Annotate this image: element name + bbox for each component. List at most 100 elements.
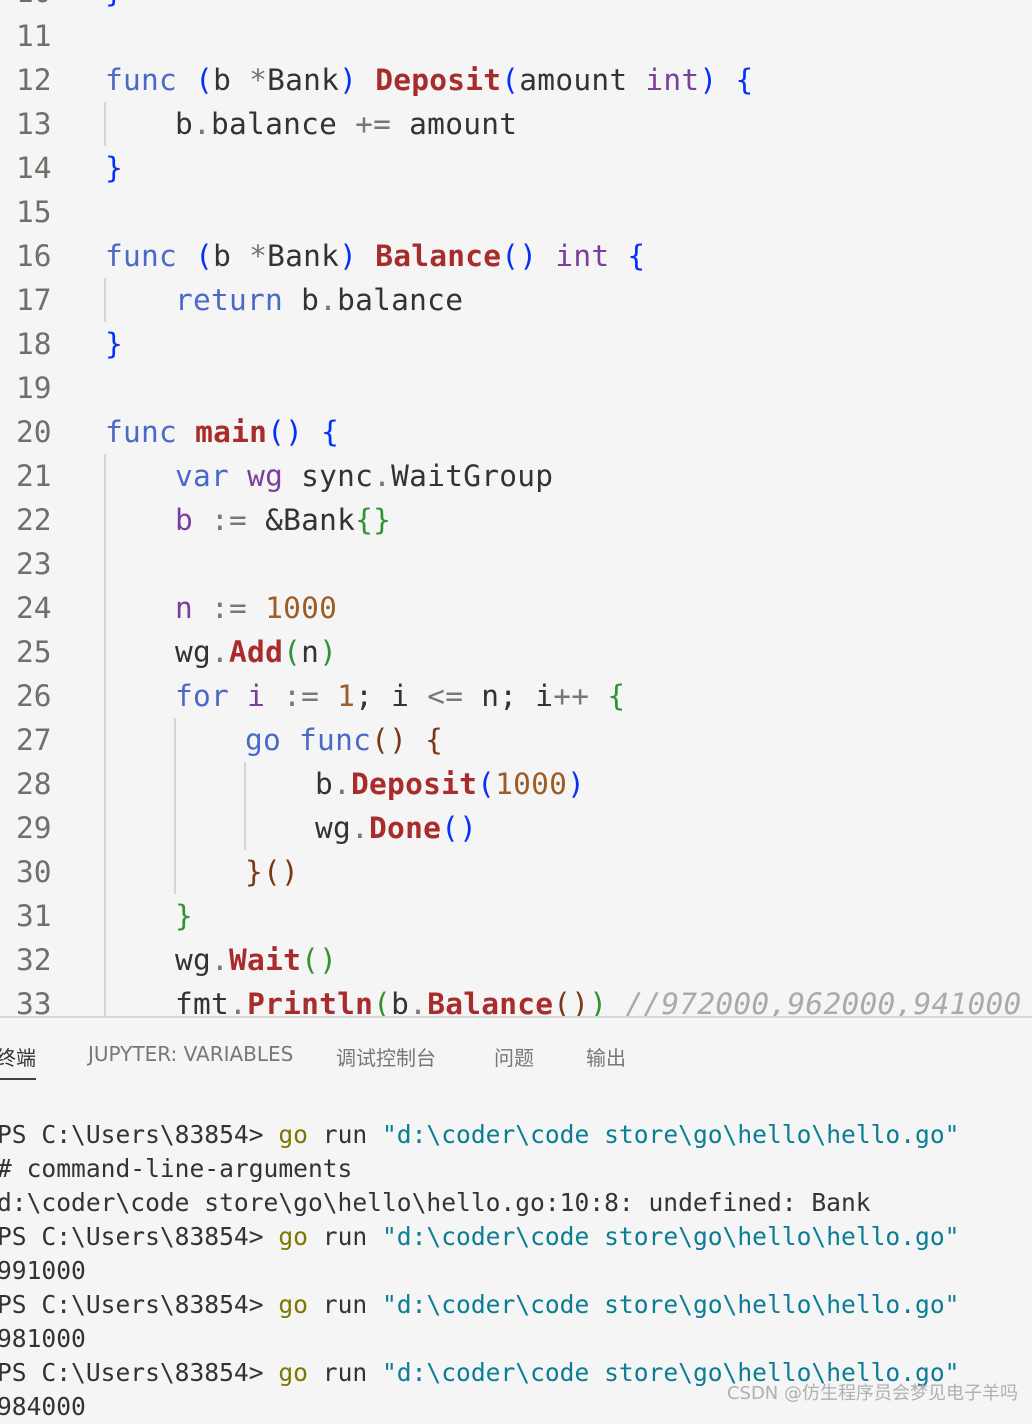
tab-debug-console[interactable]: 调试控制台 (336, 1042, 436, 1071)
code-line: 27 go func() { (0, 718, 1032, 762)
terminal-command-args: run (307, 1222, 382, 1251)
code-token: ( (195, 239, 214, 273)
code-text: wg.Add(n) (175, 630, 337, 674)
code-line: 30 }() (0, 850, 1032, 894)
code-text: wg.Done() (315, 806, 477, 850)
tab-problems[interactable]: 问题 (494, 1042, 534, 1071)
tab-terminal[interactable]: 终端 (0, 1042, 36, 1080)
watermark: CSDN @仿生程序员会梦见电子羊吗 (726, 1383, 1018, 1404)
terminal-command: go (278, 1222, 308, 1251)
code-text: func (b *Bank) Deposit(amount int) { (105, 58, 753, 102)
code-text: } (175, 894, 193, 938)
code-token: { (627, 239, 646, 273)
code-line: 15 (0, 190, 1032, 234)
terminal-string-arg: "d:\coder\code store\go\hello\hello.go" (382, 1120, 960, 1149)
terminal-command-line: PS C:\Users\83854> go run "d:\coder\code… (0, 1220, 959, 1254)
code-text: var wg sync.WaitGroup (175, 454, 553, 498)
code-token: += (355, 107, 392, 141)
line-number: 31 (16, 899, 52, 933)
code-token: wg (175, 635, 212, 669)
code-token: Deposit (351, 767, 478, 801)
code-token: ) (319, 635, 338, 669)
code-token: 1 (337, 679, 356, 713)
code-token: n; i (463, 679, 554, 713)
code-text: }() (245, 850, 299, 894)
line-number: 32 (16, 943, 52, 977)
code-text: go func() { (245, 718, 443, 762)
line-number: 17 (16, 283, 52, 317)
code-line: 22 b := &Bank{} (0, 498, 1032, 542)
line-number: 18 (16, 327, 52, 361)
terminal-output-line: # command-line-arguments (0, 1154, 353, 1183)
terminal-command-args: run (307, 1358, 382, 1387)
code-line: 28 b.Deposit(1000) (0, 762, 1032, 806)
code-token: //972000,962000,941000 (625, 987, 1022, 1016)
line-number: 14 (16, 151, 52, 185)
code-token: wg (175, 943, 212, 977)
code-token: Balance (427, 987, 554, 1016)
code-text: } (105, 322, 123, 366)
line-number: 19 (16, 371, 52, 405)
code-token: () (501, 239, 538, 273)
code-line: 23 (0, 542, 1032, 586)
code-token: } (105, 151, 124, 185)
terminal-output-line: d:\coder\code store\go\hello\hello.go:10… (0, 1188, 871, 1217)
code-token: := (211, 503, 248, 537)
code-token: return (175, 283, 284, 317)
code-token: ) (339, 239, 358, 273)
code-token: := (211, 591, 248, 625)
code-token: { (321, 415, 340, 449)
code-token: ( (373, 987, 392, 1016)
code-token: () (441, 811, 478, 845)
code-text: for i := 1; i <= n; i++ { (175, 674, 625, 718)
code-token: Deposit (375, 63, 502, 97)
terminal-command-args: run (307, 1120, 382, 1149)
terminal-command: go (278, 1358, 308, 1387)
tab-output[interactable]: 输出 (586, 1042, 626, 1071)
code-token: . (409, 987, 428, 1016)
code-token: . (229, 987, 248, 1016)
line-number: 12 (16, 63, 52, 97)
line-number: 26 (16, 679, 52, 713)
line-number: 11 (16, 19, 52, 53)
line-number: 27 (16, 723, 52, 757)
indent-guide (104, 454, 106, 1016)
code-token: ) (567, 767, 586, 801)
code-token: ++ (553, 679, 590, 713)
code-editor[interactable]: 10}1112func (b *Bank) Deposit(amount int… (0, 0, 1032, 1016)
terminal-prompt: PS C:\Users\83854> (0, 1222, 279, 1251)
code-line: 11 (0, 14, 1032, 58)
code-token: i (247, 679, 266, 713)
code-token: ) (699, 63, 718, 97)
terminal-output-line: 981000 (0, 1324, 86, 1353)
code-token: { (607, 679, 626, 713)
tab-jupyter-variables[interactable]: JUPYTER: VARIABLES (88, 1042, 293, 1066)
line-number: 30 (16, 855, 52, 889)
code-token: &Bank (247, 503, 356, 537)
line-number: 13 (16, 107, 52, 141)
code-token: 1000 (495, 767, 568, 801)
code-token: b (213, 239, 250, 273)
code-token: () (301, 943, 338, 977)
terminal-prompt: PS C:\Users\83854> (0, 1120, 279, 1149)
line-number: 25 (16, 635, 52, 669)
terminal-command-args: run (307, 1290, 382, 1319)
code-token: go (245, 723, 282, 757)
code-text: b.balance += amount (175, 102, 517, 146)
code-token: for (175, 679, 230, 713)
line-number: 24 (16, 591, 52, 625)
code-line: 25 wg.Add(n) (0, 630, 1032, 674)
code-token: int (645, 63, 700, 97)
indent-guide (104, 278, 106, 322)
code-token: n (175, 591, 194, 625)
code-token: }() (245, 855, 300, 889)
code-token: Add (229, 635, 284, 669)
